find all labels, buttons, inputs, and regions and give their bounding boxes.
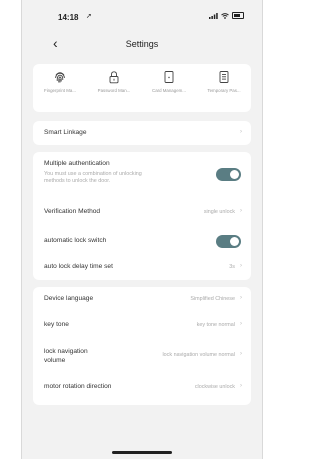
features-card: Fingerprint Ma... Password Man... Card M… <box>33 64 251 112</box>
motor-direction-row[interactable]: motor rotation direction clockwise unloc… <box>33 377 251 401</box>
phone-screen: 14:18 ➚ ‹ Settings Fingerprint Ma... Pas… <box>21 0 263 459</box>
key-tone-value: key tone normal <box>196 322 235 328</box>
chevron-right-icon: › <box>240 321 242 327</box>
verification-method-value: single unlock <box>203 209 235 215</box>
feature-label: Fingerprint Ma... <box>44 88 76 93</box>
system-icons <box>209 12 244 19</box>
chevron-right-icon: › <box>240 129 242 135</box>
lock-navigation-volume-value: lock navigation volume normal <box>162 352 235 358</box>
auto-lock-delay-value: 3s <box>229 264 235 270</box>
chevron-right-icon: › <box>240 263 242 269</box>
key-tone-label: key tone <box>44 321 69 328</box>
key-tone-row[interactable]: key tone key tone normal › <box>33 313 251 337</box>
multiple-auth-description: You must use a combination of unlocking … <box>44 171 204 185</box>
lock-navigation-volume-row[interactable]: lock navigation volume lock navigation v… <box>33 341 251 375</box>
label-line: volume <box>44 357 66 364</box>
chevron-right-icon: › <box>240 295 242 301</box>
multiple-auth-row: Multiple authentication You must use a c… <box>33 152 251 196</box>
auto-lock-toggle[interactable] <box>216 235 241 248</box>
chevron-right-icon: › <box>240 208 242 214</box>
page-title: Settings <box>125 39 159 49</box>
feature-fingerprint[interactable]: Fingerprint Ma... <box>33 70 87 110</box>
smart-linkage-row[interactable]: Smart Linkage › <box>33 121 251 145</box>
status-bar: 14:18 ➚ <box>22 0 262 28</box>
feature-temporary-password[interactable]: Temporary Pas... <box>197 70 251 110</box>
smart-linkage-label: Smart Linkage <box>44 129 87 136</box>
temporary-password-icon <box>219 71 229 83</box>
chevron-right-icon: › <box>240 351 242 357</box>
auto-lock-delay-row[interactable]: auto lock delay time set 3s › <box>33 258 251 280</box>
feature-label: Card Managem... <box>152 88 186 93</box>
signal-icon <box>209 12 218 19</box>
feature-card[interactable]: Card Managem... <box>142 70 196 110</box>
description-line: methods to unlock the door. <box>44 178 111 185</box>
label-line: lock navigation <box>44 348 88 355</box>
nav-bar: ‹ Settings <box>22 30 262 58</box>
device-language-value: Simplified Chinese <box>190 296 235 302</box>
description-line: You must use a combination of unlocking <box>44 171 142 177</box>
motor-direction-label: motor rotation direction <box>44 383 112 390</box>
feature-label: Temporary Pas... <box>207 88 241 93</box>
battery-icon <box>232 12 244 19</box>
device-language-label: Device language <box>44 295 94 302</box>
verification-method-label: Verification Method <box>44 208 101 215</box>
auto-lock-delay-label: auto lock delay time set <box>44 263 113 270</box>
auto-lock-row: automatic lock switch <box>33 232 251 254</box>
auto-lock-label: automatic lock switch <box>44 237 107 244</box>
smart-linkage-card: Smart Linkage › <box>33 121 251 145</box>
device-settings-card: Device language Simplified Chinese › key… <box>33 287 251 405</box>
wifi-icon <box>221 12 229 19</box>
location-arrow-icon: ➚ <box>86 13 92 20</box>
home-indicator[interactable] <box>112 451 172 454</box>
multiple-auth-label: Multiple authentication <box>44 160 110 167</box>
padlock-icon <box>109 71 119 84</box>
card-icon <box>164 71 174 83</box>
device-language-row[interactable]: Device language Simplified Chinese › <box>33 287 251 311</box>
chevron-right-icon: › <box>240 383 242 389</box>
verification-method-row[interactable]: Verification Method single unlock › <box>33 203 251 225</box>
lock-settings-card: Multiple authentication You must use a c… <box>33 152 251 280</box>
multiple-auth-toggle[interactable] <box>216 168 241 181</box>
feature-label: Password Man... <box>97 88 131 93</box>
feature-password[interactable]: Password Man... <box>87 70 141 110</box>
fingerprint-icon <box>55 72 65 83</box>
motor-direction-value: clockwise unlock <box>194 384 235 390</box>
status-time: 14:18 <box>58 13 79 22</box>
lock-navigation-volume-label: lock navigation volume <box>44 347 88 365</box>
